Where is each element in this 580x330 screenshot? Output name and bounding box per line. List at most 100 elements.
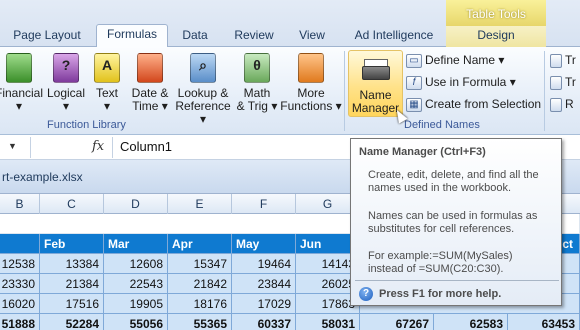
table-cell[interactable]: 16020 <box>0 294 40 314</box>
name-manager-card-file-icon <box>362 57 390 81</box>
name-manager-button[interactable]: Name Manager <box>348 50 403 117</box>
tab-review[interactable]: Review <box>226 26 282 47</box>
date-time-button[interactable]: Date & Time ▾ <box>128 51 172 113</box>
table-cell[interactable]: 21384 <box>40 274 104 294</box>
chevron-down-icon: ▾ <box>15 99 23 113</box>
table-header-cell[interactable]: Feb <box>40 234 104 254</box>
table-header-cell[interactable]: May <box>232 234 296 254</box>
financial-label: Financial <box>0 86 44 100</box>
define-name-icon: ▭ <box>406 53 422 68</box>
table-tools-context-header: Table Tools <box>446 0 546 26</box>
group-divider <box>544 51 545 131</box>
function-library-group-label: Function Library <box>47 119 126 131</box>
name-manager-tooltip: Name Manager (Ctrl+F3) Create, edit, del… <box>350 138 562 306</box>
lookup-label-2: Reference <box>175 99 231 113</box>
lookup-reference-button[interactable]: ⌕ Lookup & Reference ▾ <box>172 51 234 126</box>
date-time-book-icon <box>137 53 163 83</box>
tooltip-help-text: Press F1 for more help. <box>379 288 502 300</box>
tab-design[interactable]: Design <box>446 26 546 47</box>
tab-view[interactable]: View <box>290 26 334 47</box>
chevron-down-icon: ▾ <box>62 99 70 113</box>
define-name-button[interactable]: ▭ Define Name ▾ <box>406 51 504 70</box>
chevron-down-icon: ▾ <box>332 99 342 113</box>
table-cell[interactable]: 18176 <box>168 294 232 314</box>
column-header[interactable]: E <box>168 194 232 214</box>
tooltip-example-2: instead of =SUM(C20:C30). <box>368 263 504 275</box>
tooltip-description: Create, edit, delete, and find all the n… <box>368 169 539 194</box>
math-trig-button[interactable]: θ Math & Trig ▾ <box>234 51 280 113</box>
more-label-2: Functions <box>280 99 333 113</box>
table-cell[interactable]: 13384 <box>40 254 104 274</box>
logical-button[interactable]: ? Logical ▾ <box>44 51 88 113</box>
table-cell[interactable]: 23330 <box>0 274 40 294</box>
tab-ad-intelligence[interactable]: Ad Intelligence <box>344 26 444 47</box>
text-button[interactable]: A Text ▾ <box>90 51 124 113</box>
ribbon: Financial ▾ ? Logical ▾ A Text ▾ Date & … <box>0 47 580 135</box>
column-header[interactable]: F <box>232 194 296 214</box>
total-cell[interactable]: 55056 <box>104 314 168 330</box>
create-from-selection-button[interactable]: ▦ Create from Selection <box>406 95 541 114</box>
create-from-selection-icon: ▦ <box>406 97 422 112</box>
math-label-2: & Trig <box>236 99 268 113</box>
total-cell[interactable]: 67267 <box>360 314 434 330</box>
table-cell[interactable]: 15347 <box>168 254 232 274</box>
chevron-down-icon: ▾ <box>506 75 516 89</box>
table-header-cell[interactable]: Mar <box>104 234 168 254</box>
total-cell[interactable]: 55365 <box>168 314 232 330</box>
table-cell[interactable]: 22543 <box>104 274 168 294</box>
text-book-icon: A <box>94 53 120 83</box>
total-cell[interactable]: 63453 <box>508 314 580 330</box>
trace-dependents-button[interactable]: Tr <box>550 73 576 92</box>
column-header[interactable]: C <box>40 194 104 214</box>
lookup-magnifier-icon: ⌕ <box>190 53 216 83</box>
trace-precedents-button[interactable]: Tr <box>550 51 576 70</box>
remove-arrows-button[interactable]: R <box>550 95 574 114</box>
chevron-down-icon: ▾ <box>199 112 207 126</box>
tooltip-divider <box>355 280 559 281</box>
insert-function-button[interactable]: fx <box>92 139 104 154</box>
tooltip-names-info: Names can be used in formulas as substit… <box>368 210 538 235</box>
total-cell[interactable]: 52284 <box>40 314 104 330</box>
chevron-down-icon: ▾ <box>158 99 168 113</box>
table-cell[interactable]: 21842 <box>168 274 232 294</box>
name-box-dropdown-icon[interactable]: ▼ <box>8 141 17 151</box>
group-divider <box>344 51 345 131</box>
workbook-title: rt-example.xlsx <box>2 170 83 184</box>
table-cell[interactable]: 12538 <box>0 254 40 274</box>
table-cell[interactable]: 19905 <box>104 294 168 314</box>
table-cell[interactable]: 12608 <box>104 254 168 274</box>
column-header[interactable]: D <box>104 194 168 214</box>
trace-dependents-icon <box>550 75 562 90</box>
formula-input[interactable]: Column1 <box>120 139 172 154</box>
help-icon: ? <box>359 287 373 301</box>
chevron-down-icon: ▾ <box>103 99 111 113</box>
financial-book-icon <box>6 53 32 83</box>
table-cell[interactable]: 23844 <box>232 274 296 294</box>
logical-book-icon: ? <box>53 53 79 83</box>
tab-formulas[interactable]: Formulas <box>96 24 168 48</box>
total-cell[interactable]: 51888 <box>0 314 40 330</box>
column-header[interactable]: B <box>0 194 40 214</box>
total-cell[interactable]: 62583 <box>434 314 508 330</box>
more-functions-books-icon <box>298 53 324 83</box>
table-cell[interactable]: 17029 <box>232 294 296 314</box>
ribbon-tab-bar: Table Tools Page Layout Formulas Data Re… <box>0 0 580 48</box>
tab-data[interactable]: Data <box>172 26 218 47</box>
table-header-cell[interactable]: Apr <box>168 234 232 254</box>
remove-arrows-icon <box>550 97 562 112</box>
use-in-formula-button[interactable]: f Use in Formula ▾ <box>406 73 516 92</box>
formula-bar-divider <box>30 137 31 158</box>
more-functions-button[interactable]: More Functions ▾ <box>280 51 342 113</box>
table-cell[interactable]: 17516 <box>40 294 104 314</box>
table-header-cell[interactable] <box>0 234 40 254</box>
total-cell[interactable]: 58031 <box>296 314 360 330</box>
defined-names-group-label: Defined Names <box>404 119 480 131</box>
financial-button[interactable]: Financial ▾ <box>0 51 44 113</box>
date-time-label-2: Time <box>132 99 159 113</box>
math-theta-icon: θ <box>244 53 270 83</box>
tooltip-title: Name Manager (Ctrl+F3) <box>359 146 486 158</box>
table-cell[interactable]: 19464 <box>232 254 296 274</box>
tab-page-layout[interactable]: Page Layout <box>4 26 90 47</box>
total-cell[interactable]: 60337 <box>232 314 296 330</box>
trace-precedents-icon <box>550 53 562 68</box>
